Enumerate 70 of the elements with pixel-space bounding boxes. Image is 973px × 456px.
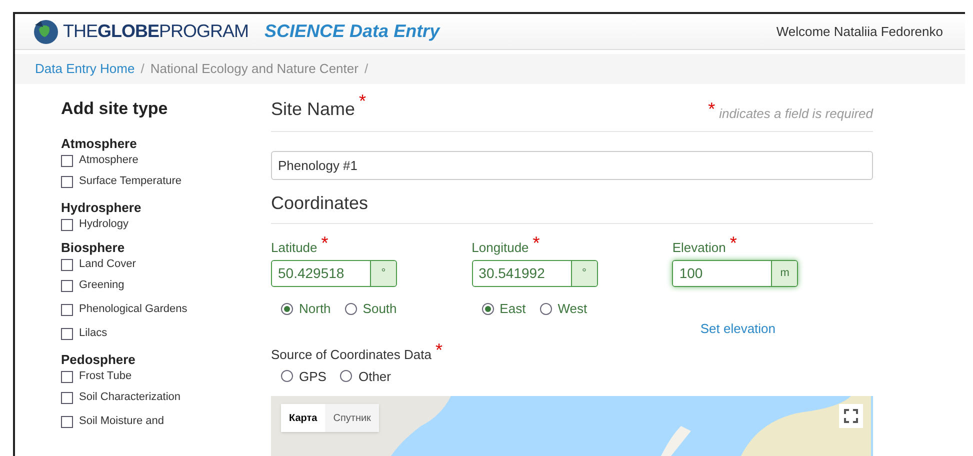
- map-type-tab[interactable]: Спутник: [325, 404, 379, 432]
- map-type-tab[interactable]: Карта: [281, 404, 326, 432]
- fullscreen-icon[interactable]: [839, 404, 863, 428]
- required-asterisk: *: [359, 92, 366, 110]
- checkbox[interactable]: [61, 258, 73, 270]
- checkbox-label: Atmosphere: [79, 153, 138, 168]
- unit-label: °: [570, 261, 597, 286]
- checkbox[interactable]: [61, 328, 73, 340]
- radio-button[interactable]: [281, 370, 293, 382]
- site-name-field[interactable]: Phenology #1: [271, 151, 873, 180]
- section-heading: Site Name: [271, 98, 356, 121]
- radio-button[interactable]: [281, 302, 293, 315]
- radio-label: West: [558, 300, 588, 318]
- field-label: Elevation: [672, 239, 726, 257]
- checkbox-label: Land Cover: [79, 257, 136, 272]
- checkbox-label: Greening: [79, 278, 124, 294]
- checkbox[interactable]: [61, 416, 73, 428]
- coordinate-field[interactable]: 50.429518 °: [271, 260, 397, 287]
- set-elevation-link[interactable]: Set elevation: [700, 321, 776, 336]
- checkbox-label: Frost Tube: [79, 369, 132, 384]
- breadcrumb-item: National Ecology and Nature Center: [150, 60, 358, 78]
- required-asterisk: *: [532, 234, 540, 252]
- radio-button[interactable]: [340, 370, 352, 382]
- map-view[interactable]: Карта Спутник: [271, 396, 873, 456]
- checkbox-label: Soil Characterization: [79, 390, 180, 406]
- logo-text[interactable]: THEGLOBEPROGRAM: [63, 18, 249, 46]
- checkbox[interactable]: [61, 304, 73, 316]
- required-asterisk: *: [321, 234, 328, 252]
- checkbox[interactable]: [61, 176, 73, 188]
- checkbox[interactable]: [61, 218, 73, 230]
- radio-label: GPS: [299, 368, 326, 386]
- unit-label: m: [771, 261, 798, 286]
- field-label: Source of Coordinates Data: [271, 346, 432, 364]
- checkbox-label: Soil Moisture and: [79, 414, 164, 430]
- checkbox-label: Lilacs: [79, 326, 108, 342]
- checkbox[interactable]: [61, 370, 73, 382]
- globe-logo-icon: [31, 18, 61, 45]
- checkbox-label: Phenological Gardens: [79, 302, 188, 318]
- checkbox[interactable]: [61, 154, 73, 166]
- coordinate-field[interactable]: 100 m: [672, 260, 798, 287]
- checkbox[interactable]: [61, 392, 73, 404]
- welcome-text: Welcome Nataliia Fedorenko: [776, 22, 943, 41]
- breadcrumb-separator: /: [364, 60, 368, 78]
- coordinate-field[interactable]: 30.541992 °: [472, 260, 598, 287]
- required-asterisk: *: [435, 341, 442, 359]
- section-heading: Coordinates: [271, 193, 368, 213]
- radio-label: North: [299, 300, 331, 318]
- field-label: Latitude: [271, 239, 318, 257]
- required-asterisk: *: [730, 234, 737, 252]
- radio-label: South: [362, 300, 397, 318]
- checkbox-label: Hydrology: [79, 217, 129, 232]
- required-note: indicates a field is required: [719, 104, 873, 123]
- required-asterisk: *: [708, 100, 716, 118]
- sidebar-title: Add site type: [61, 98, 169, 120]
- checkbox-label: Surface Temperature: [79, 174, 182, 190]
- app-title: SCIENCE Data Entry: [264, 20, 440, 44]
- checkbox[interactable]: [61, 280, 73, 292]
- radio-button[interactable]: [344, 302, 357, 315]
- group-heading: Hydrosphere: [61, 200, 142, 216]
- group-heading: Biosphere: [61, 240, 126, 256]
- unit-label: °: [370, 261, 396, 286]
- group-heading: Pedosphere: [61, 352, 136, 368]
- group-heading: Atmosphere: [61, 136, 138, 152]
- breadcrumb-link[interactable]: Data Entry Home: [35, 59, 135, 79]
- field-label: Longitude: [472, 239, 529, 257]
- radio-label: East: [500, 300, 526, 318]
- radio-button[interactable]: [482, 302, 494, 315]
- breadcrumb-separator: /: [140, 60, 144, 78]
- radio-button[interactable]: [540, 302, 552, 315]
- radio-label: Other: [358, 368, 391, 386]
